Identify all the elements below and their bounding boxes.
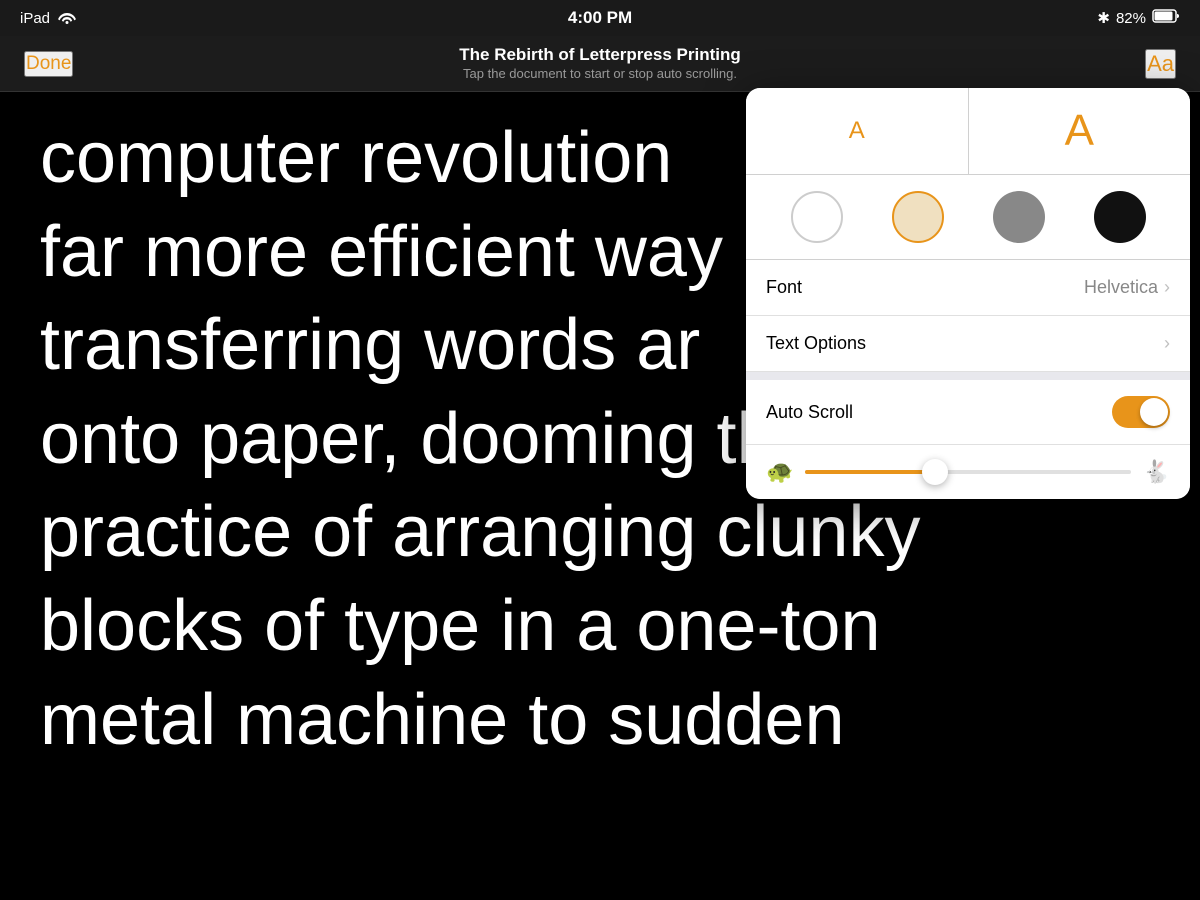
nav-title: The Rebirth of Letterpress Printing xyxy=(459,45,740,65)
status-bar-left: iPad xyxy=(20,10,76,27)
battery-label: 82% xyxy=(1116,10,1146,27)
auto-scroll-row: Auto Scroll xyxy=(746,380,1190,445)
text-options-chevron-container: › xyxy=(1164,333,1170,354)
auto-scroll-toggle[interactable] xyxy=(1112,396,1170,428)
font-decrease-button[interactable]: A xyxy=(746,88,969,174)
turtle-icon: 🐢 xyxy=(766,459,793,485)
font-value-container: Helvetica › xyxy=(1084,277,1170,298)
font-menu-row[interactable]: Font Helvetica › xyxy=(746,260,1190,316)
section-separator xyxy=(746,372,1190,380)
text-options-menu-row[interactable]: Text Options › xyxy=(746,316,1190,372)
speed-row: 🐢 🐇 xyxy=(746,445,1190,499)
wifi-icon xyxy=(58,10,76,27)
article-line-6: blocks of type in a one-ton xyxy=(40,580,1160,674)
theme-sepia-button[interactable] xyxy=(892,191,944,243)
text-options-chevron-icon: › xyxy=(1164,333,1170,354)
speed-slider-fill xyxy=(805,470,935,474)
font-small-label: A xyxy=(849,117,865,145)
device-label: iPad xyxy=(20,10,50,27)
auto-scroll-label: Auto Scroll xyxy=(766,402,853,423)
status-bar-time: 4:00 PM xyxy=(568,8,632,28)
nav-subtitle: Tap the document to start or stop auto s… xyxy=(463,66,737,81)
status-bar: iPad 4:00 PM ✱ 82% xyxy=(0,0,1200,36)
done-button[interactable]: Done xyxy=(24,51,73,77)
text-options-label: Text Options xyxy=(766,333,866,354)
speed-slider[interactable] xyxy=(805,470,1130,474)
article-line-5: practice of arranging clunky xyxy=(40,486,1160,580)
font-label: Font xyxy=(766,277,802,298)
font-size-row: A A xyxy=(746,88,1190,175)
theme-row xyxy=(746,175,1190,260)
toggle-track xyxy=(1112,396,1170,428)
theme-white-button[interactable] xyxy=(791,191,843,243)
aa-button[interactable]: Aa xyxy=(1145,49,1176,79)
speed-slider-thumb[interactable] xyxy=(922,459,948,485)
font-chevron-icon: › xyxy=(1164,277,1170,298)
bluetooth-icon: ✱ xyxy=(1097,9,1110,27)
theme-gray-button[interactable] xyxy=(993,191,1045,243)
rabbit-icon: 🐇 xyxy=(1143,459,1170,485)
popup-panel: A A Font Helvetica › Text Options › Auto… xyxy=(746,88,1190,499)
article-line-7: metal machine to sudden xyxy=(40,674,1160,768)
font-large-label: A xyxy=(1065,106,1094,156)
nav-bar: Done The Rebirth of Letterpress Printing… xyxy=(0,36,1200,92)
battery-icon xyxy=(1152,9,1180,27)
toggle-thumb xyxy=(1140,398,1168,426)
theme-black-button[interactable] xyxy=(1094,191,1146,243)
font-value: Helvetica xyxy=(1084,277,1158,298)
status-bar-right: ✱ 82% xyxy=(1097,9,1180,27)
nav-center: The Rebirth of Letterpress Printing Tap … xyxy=(459,45,740,83)
font-increase-button[interactable]: A xyxy=(969,88,1191,174)
